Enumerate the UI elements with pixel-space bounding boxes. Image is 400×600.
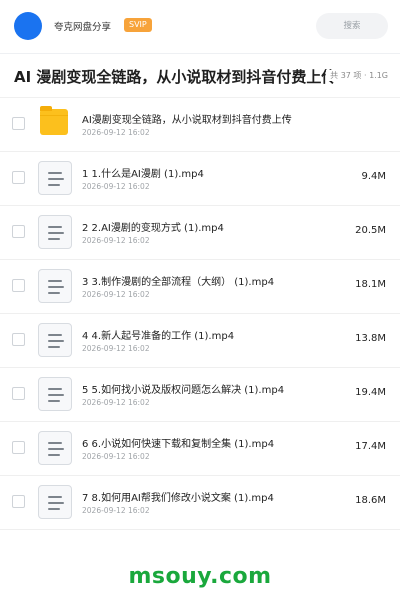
file-list: AI漫剧变现全链路，从小说取材到抖音付费上传 2026-09-12 16:02 1 …: [0, 98, 400, 530]
file-date: 2026-09-12 16:02: [82, 344, 150, 353]
file-icon: [38, 269, 72, 303]
file-name[interactable]: 6 6.小说如何快速下载和复制全集 (1).mp4: [82, 435, 274, 450]
footer: msouy.com: [0, 548, 400, 600]
file-size: 18.6M: [355, 495, 386, 506]
file-size: 20.5M: [355, 225, 386, 236]
page-title: AI 漫剧变现全链路，从小说取材到抖音付费上传: [14, 68, 337, 86]
file-size: 9.4M: [361, 171, 386, 182]
share-meta: 共 37 项 · 1.1G: [326, 70, 388, 81]
row-checkbox[interactable]: [12, 441, 25, 454]
top-header: 夸克网盘分享 SVIP 搜索: [0, 0, 400, 54]
file-name[interactable]: 3 3.制作漫剧的全部流程（大纲） (1).mp4: [82, 273, 274, 288]
file-name[interactable]: 7 8.如何用AI帮我们修改小说文案 (1).mp4: [82, 489, 274, 504]
svip-badge: SVIP: [124, 18, 152, 32]
file-row[interactable]: 6 6.小说如何快速下载和复制全集 (1).mp4 2026-09-12 16:0…: [0, 422, 400, 476]
row-checkbox[interactable]: [12, 279, 25, 292]
file-row[interactable]: 5 5.如何找小说及版权问题怎么解决 (1).mp4 2026-09-12 16:…: [0, 368, 400, 422]
file-date: 2026-09-12 16:02: [82, 452, 150, 461]
row-checkbox[interactable]: [12, 333, 25, 346]
search-input[interactable]: 搜索: [316, 13, 388, 39]
file-row[interactable]: 4 4.新人起号准备的工作 (1).mp4 2026-09-12 16:02 13.…: [0, 314, 400, 368]
file-name[interactable]: 2 2.AI漫剧的变现方式 (1).mp4: [82, 219, 224, 234]
row-checkbox[interactable]: [12, 225, 25, 238]
file-icon: [38, 323, 72, 357]
avatar[interactable]: [14, 12, 42, 40]
file-date: 2026-09-12 16:02: [82, 128, 150, 137]
file-date: 2026-09-12 16:02: [82, 506, 150, 515]
file-row[interactable]: 2 2.AI漫剧的变现方式 (1).mp4 2026-09-12 16:02 20.…: [0, 206, 400, 260]
file-icon: [38, 215, 72, 249]
file-row[interactable]: 7 8.如何用AI帮我们修改小说文案 (1).mp4 2026-09-12 16:…: [0, 476, 400, 530]
file-size: 13.8M: [355, 333, 386, 344]
watermark: msouy.com: [128, 564, 272, 589]
site-name: 夸克网盘分享: [54, 22, 112, 33]
file-name[interactable]: 4 4.新人起号准备的工作 (1).mp4: [82, 327, 234, 342]
file-size: 18.1M: [355, 279, 386, 290]
file-date: 2026-09-12 16:02: [82, 398, 150, 407]
title-bar: AI 漫剧变现全链路，从小说取材到抖音付费上传 共 37 项 · 1.1G: [0, 54, 400, 98]
file-size: 17.4M: [355, 441, 386, 452]
file-date: 2026-09-12 16:02: [82, 182, 150, 191]
file-row[interactable]: 1 1.什么是AI漫剧 (1).mp4 2026-09-12 16:02 9.4M: [0, 152, 400, 206]
file-icon: [38, 431, 72, 465]
file-name[interactable]: 1 1.什么是AI漫剧 (1).mp4: [82, 165, 204, 180]
row-checkbox[interactable]: [12, 171, 25, 184]
file-icon: [38, 485, 72, 519]
file-row[interactable]: 3 3.制作漫剧的全部流程（大纲） (1).mp4 2026-09-12 16:0…: [0, 260, 400, 314]
file-date: 2026-09-12 16:02: [82, 236, 150, 245]
row-checkbox[interactable]: [12, 495, 25, 508]
file-date: 2026-09-12 16:02: [82, 290, 150, 299]
row-checkbox[interactable]: [12, 117, 25, 130]
row-checkbox[interactable]: [12, 387, 25, 400]
file-icon: [38, 161, 72, 195]
file-size: 19.4M: [355, 387, 386, 398]
file-icon: [38, 377, 72, 411]
file-name[interactable]: AI漫剧变现全链路，从小说取材到抖音付费上传: [82, 111, 292, 126]
folder-row[interactable]: AI漫剧变现全链路，从小说取材到抖音付费上传 2026-09-12 16:02: [0, 98, 400, 152]
file-name[interactable]: 5 5.如何找小说及版权问题怎么解决 (1).mp4: [82, 381, 284, 396]
folder-icon: [40, 106, 68, 135]
